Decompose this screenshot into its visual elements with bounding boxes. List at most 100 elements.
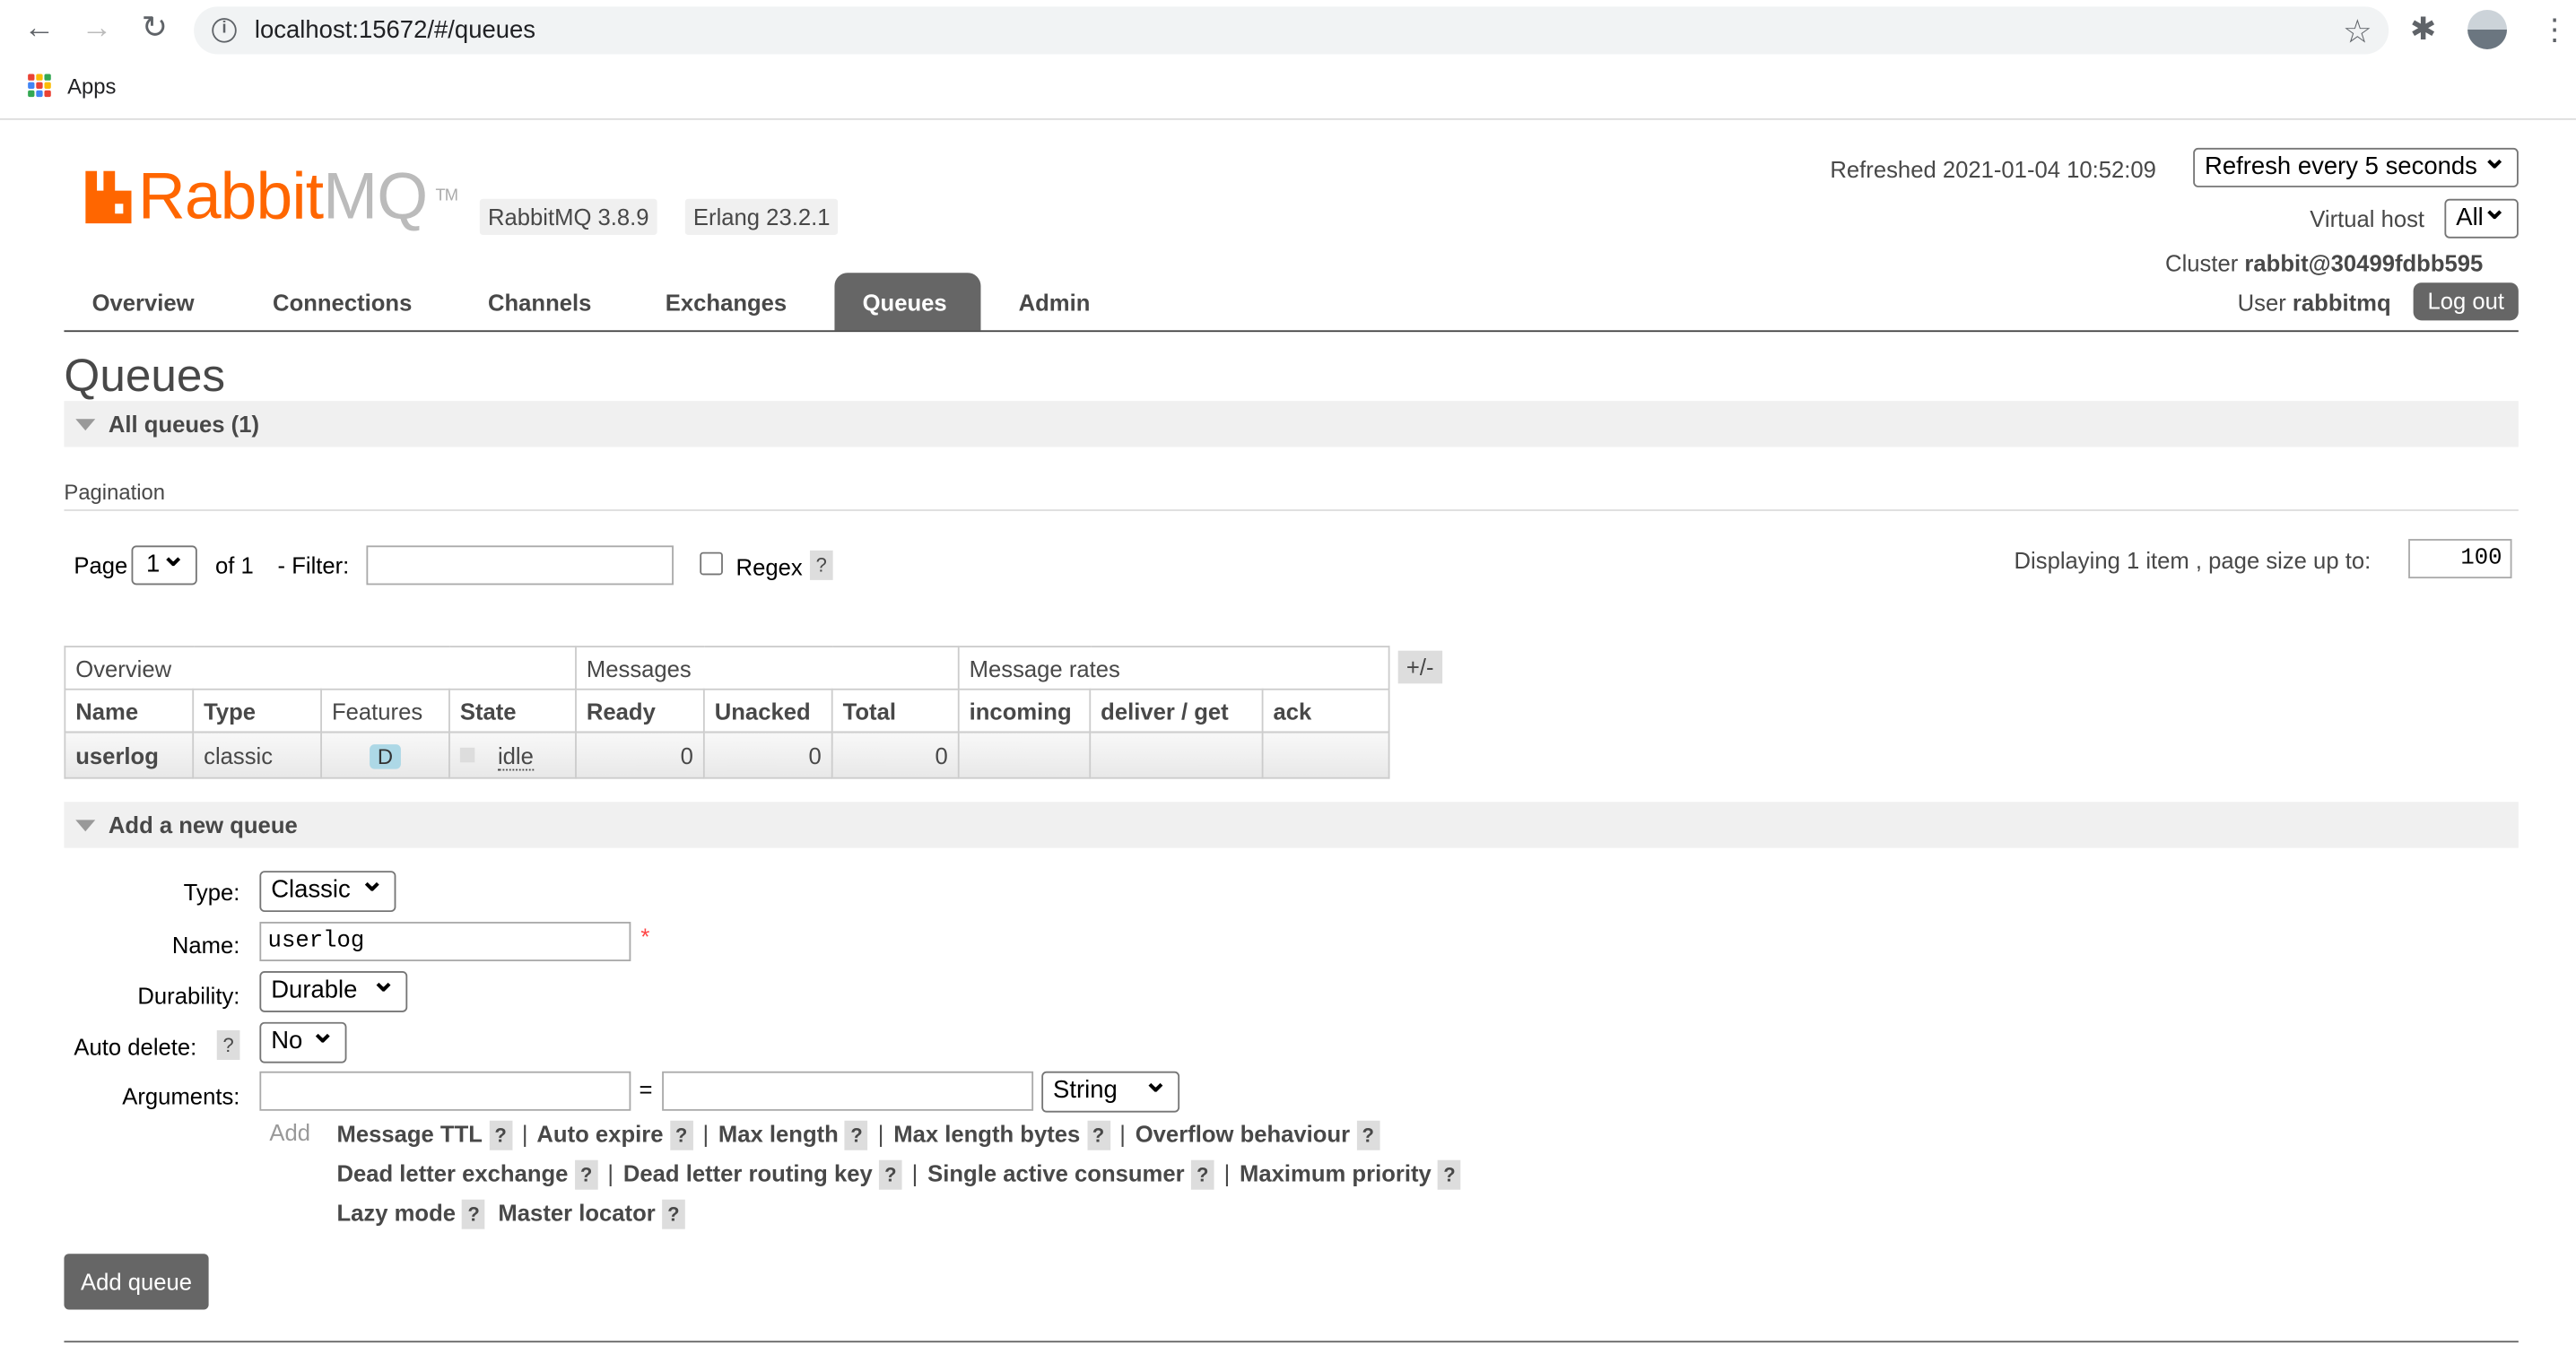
arg-master-locator[interactable]: Master locator — [498, 1200, 655, 1226]
rabbitmq-logo[interactable]: RabbitMQ TM — [85, 164, 458, 230]
queue-unacked: 0 — [702, 731, 833, 779]
tab-overview[interactable]: Overview — [64, 273, 222, 330]
argument-value-input[interactable] — [662, 1071, 1034, 1111]
group-messages: Messages — [575, 646, 960, 690]
page-label: Page — [74, 551, 128, 579]
state-text: idle — [497, 742, 534, 770]
add-argument-label: Add — [269, 1118, 311, 1146]
help-icon[interactable]: ? — [662, 1199, 685, 1229]
rabbitmq-version-badge: RabbitMQ 3.8.9 — [479, 198, 657, 236]
queue-name-input[interactable]: userlog — [259, 922, 631, 962]
group-overview: Overview — [64, 646, 577, 690]
add-queue-title: Add a new queue — [108, 812, 298, 838]
help-icon[interactable]: ? — [669, 1120, 693, 1150]
argument-type-select[interactable]: String — [1041, 1063, 1180, 1113]
browser-menu-icon[interactable]: ⋮ — [2540, 10, 2570, 49]
col-incoming[interactable]: incoming — [957, 688, 1092, 733]
auto-delete-select[interactable]: No — [259, 1014, 347, 1063]
queue-type-select[interactable]: Classic — [259, 863, 396, 913]
profile-avatar[interactable] — [2467, 9, 2508, 49]
help-icon[interactable]: ? — [574, 1159, 598, 1190]
argument-shortcuts-row2: Dead letter exchange? | Dead letter routi… — [336, 1159, 1467, 1190]
vhost-select[interactable]: All — [2444, 191, 2519, 239]
help-icon[interactable]: ? — [879, 1159, 902, 1190]
col-name[interactable]: Name — [64, 688, 195, 733]
tab-channels[interactable]: Channels — [460, 273, 620, 330]
add-queue-button[interactable]: Add queue — [64, 1254, 209, 1310]
col-ready[interactable]: Ready — [575, 688, 705, 733]
apps-bookmark[interactable]: Apps — [67, 74, 116, 98]
required-marker: * — [640, 923, 650, 950]
name-label: Name: — [171, 932, 240, 959]
bookmark-star-icon[interactable]: ☆ — [2343, 12, 2372, 53]
all-queues-section-header[interactable]: All queues (1) — [64, 401, 2519, 447]
forward-icon[interactable]: → — [77, 10, 117, 49]
col-ack[interactable]: ack — [1261, 688, 1390, 733]
table-row[interactable]: userlog classic D idle 0 0 0 — [64, 731, 1390, 779]
queue-name-link[interactable]: userlog — [64, 731, 195, 779]
arg-lazy-mode[interactable]: Lazy mode — [336, 1200, 456, 1226]
tab-admin[interactable]: Admin — [990, 273, 1118, 330]
tab-exchanges[interactable]: Exchanges — [638, 273, 815, 330]
page-title: Queues — [64, 350, 226, 402]
refreshed-label: Refreshed 2021-01-04 10:52:09 — [1830, 156, 2156, 183]
regex-help-icon[interactable]: ? — [804, 550, 840, 580]
col-unacked[interactable]: Unacked — [702, 688, 833, 733]
help-icon[interactable]: ? — [1356, 1120, 1380, 1150]
help-icon[interactable]: ? — [1190, 1159, 1214, 1190]
refresh-interval-select[interactable]: Refresh every 5 seconds — [2193, 140, 2519, 187]
help-icon[interactable]: ? — [489, 1120, 512, 1150]
arg-maximum-priority[interactable]: Maximum priority — [1240, 1160, 1432, 1186]
queue-total: 0 — [831, 731, 960, 779]
add-queue-section-header[interactable]: Add a new queue — [64, 802, 2519, 848]
page-size-input[interactable]: 100 — [2408, 539, 2512, 579]
pagination-label: Pagination — [64, 480, 165, 505]
all-queues-title: All queues (1) — [108, 411, 260, 438]
help-icon[interactable]: ? — [845, 1120, 868, 1150]
page-select[interactable]: 1 — [131, 537, 197, 586]
durability-label: Durability: — [137, 982, 240, 1010]
col-type[interactable]: Type — [192, 688, 322, 733]
back-icon[interactable]: ← — [20, 10, 59, 49]
queue-incoming — [957, 731, 1092, 779]
apps-grid-icon[interactable] — [28, 74, 51, 98]
arg-max-length[interactable]: Max length — [718, 1121, 839, 1147]
argument-key-input[interactable] — [259, 1071, 631, 1111]
arg-dead-letter-routing-key[interactable]: Dead letter routing key — [623, 1160, 873, 1186]
columns-toggle-button[interactable]: +/- — [1397, 650, 1442, 684]
col-deliver-get[interactable]: deliver / get — [1089, 688, 1264, 733]
reload-icon[interactable]: ↻ — [135, 10, 174, 49]
auto-delete-label: Auto delete: — [74, 1033, 197, 1060]
col-total[interactable]: Total — [831, 688, 960, 733]
arg-overflow-behaviour[interactable]: Overflow behaviour — [1136, 1121, 1350, 1147]
col-state[interactable]: State — [448, 688, 577, 733]
arg-dead-letter-exchange[interactable]: Dead letter exchange — [336, 1160, 568, 1186]
vhost-label: Virtual host — [2310, 205, 2425, 232]
regex-checkbox[interactable] — [700, 551, 723, 576]
help-icon[interactable]: ? — [1086, 1120, 1110, 1150]
arg-auto-expire[interactable]: Auto expire — [536, 1121, 663, 1147]
help-icon[interactable]: ? — [1438, 1159, 1461, 1190]
filter-label: - Filter: — [277, 551, 350, 579]
durable-feature-badge[interactable]: D — [369, 743, 402, 768]
collapse-triangle-icon — [75, 820, 96, 832]
filter-input[interactable] — [366, 545, 674, 586]
address-bar[interactable]: i localhost:15672/#/queues ☆ — [194, 6, 2389, 55]
col-features: Features — [320, 688, 450, 733]
main-tabs: Overview Connections Channels Exchanges … — [64, 273, 2519, 333]
info-icon[interactable]: i — [212, 18, 237, 43]
rabbitmq-logo-icon — [85, 170, 132, 224]
tab-queues[interactable]: Queues — [834, 273, 981, 331]
arg-max-length-bytes[interactable]: Max length bytes — [893, 1121, 1080, 1147]
arg-single-active-consumer[interactable]: Single active consumer — [927, 1160, 1184, 1186]
group-message-rates: Message rates — [957, 646, 1390, 690]
help-icon[interactable]: ? — [462, 1199, 485, 1229]
tab-connections[interactable]: Connections — [245, 273, 440, 330]
display-count-label: Displaying 1 item , page size up to: — [2014, 547, 2371, 574]
auto-delete-help-icon[interactable]: ? — [210, 1029, 246, 1060]
arg-message-ttl[interactable]: Message TTL — [336, 1121, 482, 1147]
extensions-icon[interactable]: ✱ — [2410, 12, 2436, 49]
regex-label: Regex — [735, 553, 803, 580]
queue-ready: 0 — [575, 731, 705, 779]
durability-select[interactable]: Durable — [259, 963, 408, 1012]
